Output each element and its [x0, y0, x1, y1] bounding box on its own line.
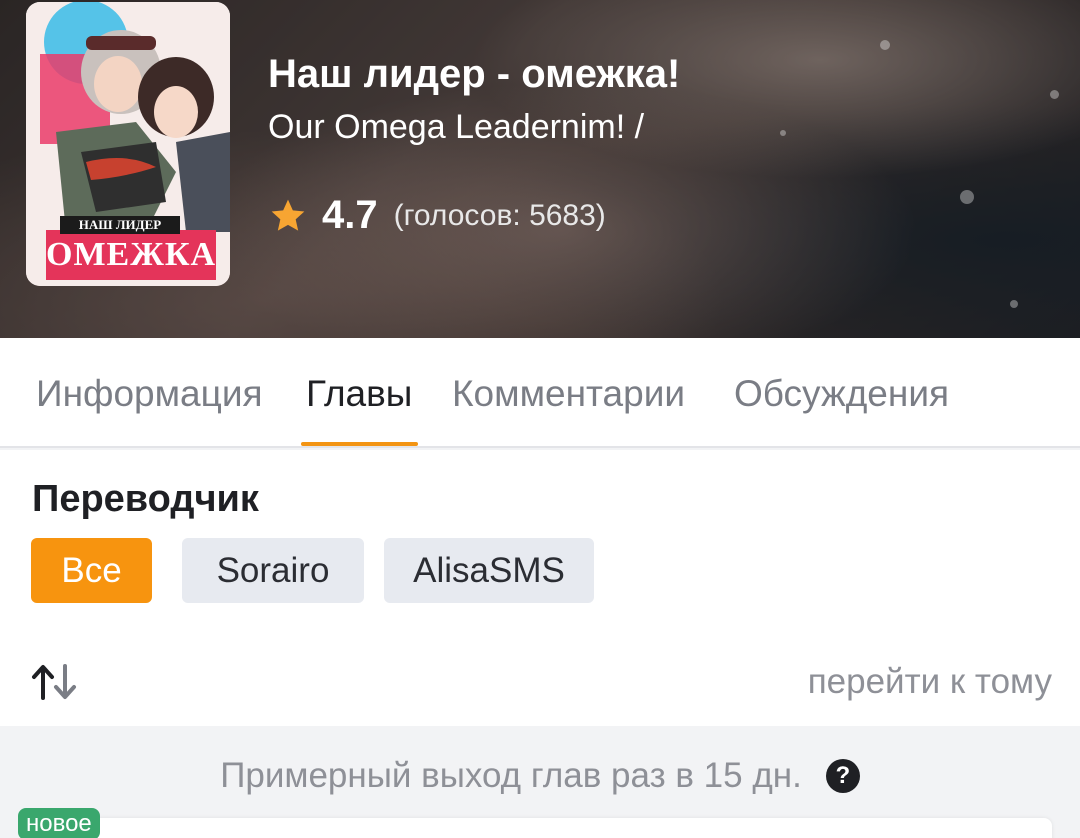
star-icon [271, 199, 305, 231]
translator-filter-all[interactable]: Все [31, 538, 152, 603]
translator-heading: Переводчик [32, 478, 259, 520]
rating-votes: (голосов: 5683) [393, 198, 606, 232]
sparkle [960, 190, 974, 204]
manga-alt-title: Our Omega Leadernim! / [268, 108, 645, 146]
rating-value: 4.7 [322, 193, 378, 237]
rating[interactable]: 4.7 (голосов: 5683) [268, 193, 606, 238]
sparkle [1050, 90, 1059, 99]
goto-volume-link[interactable]: перейти к тому [808, 662, 1052, 702]
active-tab-indicator [301, 442, 418, 446]
cover-caption-main: ОМЕЖКА [46, 236, 217, 273]
translator-filter-alisasms[interactable]: AlisaSMS [384, 538, 594, 603]
new-badge: новое [18, 808, 100, 838]
cover-image[interactable]: НАШ ЛИДЕР ОМЕЖКА [26, 2, 230, 286]
tab-discussions[interactable]: Обсуждения [734, 373, 949, 415]
chapter-card[interactable] [26, 818, 1052, 838]
translator-filter-sorairo[interactable]: Sorairo [182, 538, 364, 603]
sparkle [780, 130, 786, 136]
release-info: Примерный выход глав раз в 15 дн. ? [0, 756, 1080, 796]
sparkle [1010, 300, 1018, 308]
tab-bar: Информация Главы Комментарии Обсуждения [0, 338, 1080, 448]
sort-arrows-icon[interactable] [30, 662, 80, 702]
tab-information[interactable]: Информация [36, 373, 263, 415]
sparkle [880, 40, 890, 50]
tab-comments[interactable]: Комментарии [452, 373, 685, 415]
chapters-panel: Переводчик Все Sorairo AlisaSMS перейти … [0, 450, 1080, 726]
manga-title: Наш лидер - омежка! [268, 52, 681, 96]
release-info-text: Примерный выход глав раз в 15 дн. [220, 756, 802, 795]
tab-chapters[interactable]: Главы [306, 373, 412, 415]
manga-header: НАШ ЛИДЕР ОМЕЖКА Наш лидер - омежка! Our… [0, 0, 1080, 338]
question-icon[interactable]: ? [825, 759, 860, 793]
